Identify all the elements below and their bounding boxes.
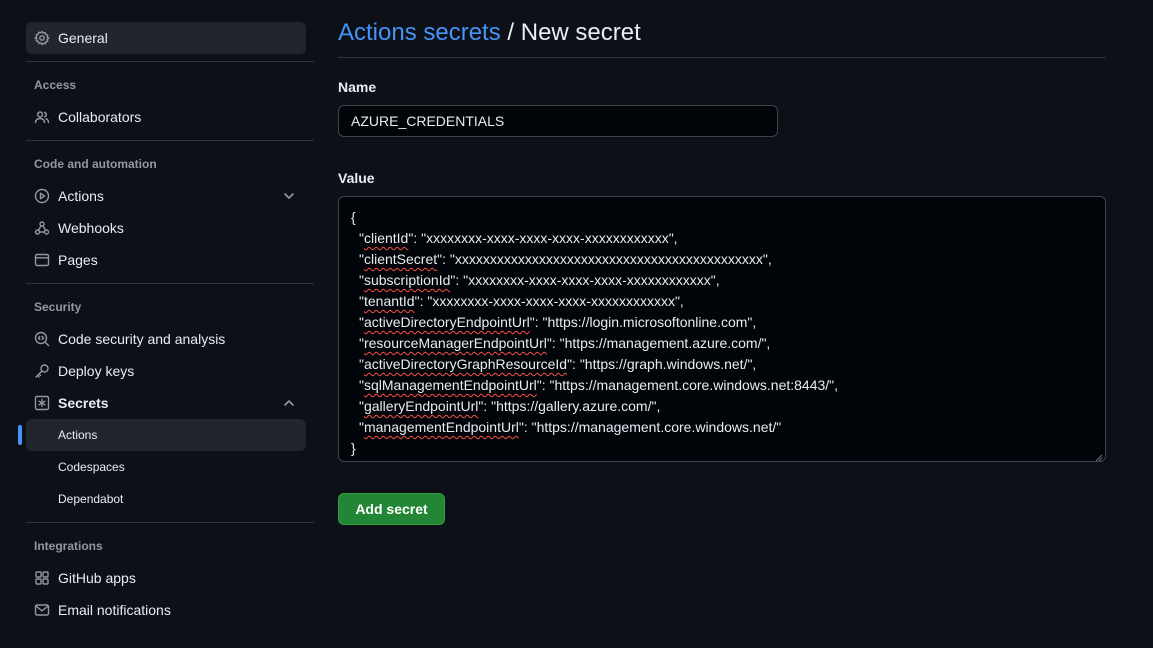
value-line-key: clientSecret — [363, 251, 438, 267]
value-line: "managementEndpointUrl": "https://manage… — [351, 417, 1093, 438]
sidebar-item-label: General — [58, 30, 108, 46]
chevron-up-icon[interactable] — [282, 396, 296, 410]
sidebar-item-deploy-keys[interactable]: Deploy keys — [26, 355, 306, 387]
sidebar-subitem-label: Actions — [58, 428, 98, 442]
divider — [26, 283, 314, 284]
sidebar-item-label: Code security and analysis — [58, 331, 226, 347]
value-line-rest: ": "https://gallery.azure.com/", — [478, 398, 661, 414]
gear-icon — [34, 30, 50, 46]
value-line: "sqlManagementEndpointUrl": "https://man… — [351, 375, 1093, 396]
breadcrumb-actions-secrets-link[interactable]: Actions secrets — [338, 19, 501, 46]
name-label: Name — [338, 79, 377, 95]
new-secret-form: Actions secrets / New secret Name Value … — [338, 14, 1106, 525]
sidebar-item-label: Webhooks — [58, 220, 124, 236]
settings-sidebar: General Access Collaborators Code and au… — [18, 22, 314, 626]
webhook-icon — [34, 220, 50, 236]
value-line: "galleryEndpointUrl": "https://gallery.a… — [351, 396, 1093, 417]
sidebar-item-webhooks[interactable]: Webhooks — [26, 212, 306, 244]
codescan-icon — [34, 331, 50, 347]
value-line-key: clientId — [363, 230, 409, 246]
value-label: Value — [338, 170, 375, 186]
value-line: { — [351, 207, 1093, 228]
sidebar-subitem-actions[interactable]: Actions — [18, 419, 306, 451]
value-line-key: tenantId — [363, 293, 415, 309]
secret-name-input[interactable] — [338, 105, 778, 137]
breadcrumb-separator: / — [507, 19, 515, 46]
apps-grid-icon — [34, 570, 50, 586]
play-circle-icon — [34, 188, 50, 204]
value-line: "activeDirectoryEndpointUrl": "https://l… — [351, 312, 1093, 333]
value-line-rest: ": "xxxxxxxxxxxxxxxxxxxxxxxxxxxxxxxxxxxx… — [437, 251, 772, 267]
value-line-key: galleryEndpointUrl — [363, 398, 479, 414]
value-line: "tenantId": "xxxxxxxx-xxxx-xxxx-xxxx-xxx… — [351, 291, 1093, 312]
divider — [26, 61, 314, 62]
divider — [26, 522, 314, 523]
value-line-rest: } — [351, 440, 356, 456]
value-line-rest: ": "https://graph.windows.net/", — [567, 356, 757, 372]
sidebar-item-collaborators[interactable]: Collaborators — [26, 101, 306, 133]
sidebar-subitem-label: Dependabot — [58, 492, 124, 506]
key-icon — [34, 363, 50, 379]
browser-icon — [34, 252, 50, 268]
sidebar-item-actions[interactable]: Actions — [26, 180, 306, 212]
sidebar-item-code-security[interactable]: Code security and analysis — [26, 323, 306, 355]
sidebar-item-secrets[interactable]: Secrets — [26, 387, 306, 419]
section-heading-access: Access — [34, 78, 77, 92]
sidebar-item-general[interactable]: General — [26, 22, 306, 54]
value-line: "clientSecret": "xxxxxxxxxxxxxxxxxxxxxxx… — [351, 249, 1093, 270]
sidebar-item-label: Pages — [58, 252, 98, 268]
sidebar-item-label: Secrets — [58, 395, 109, 411]
value-line-rest: ": "xxxxxxxx-xxxx-xxxx-xxxx-xxxxxxxxxxxx… — [414, 293, 684, 309]
sidebar-item-github-apps[interactable]: GitHub apps — [26, 562, 306, 594]
value-line-rest: ": "xxxxxxxx-xxxx-xxxx-xxxx-xxxxxxxxxxxx… — [450, 272, 720, 288]
value-line-key: subscriptionId — [363, 272, 451, 288]
value-line-rest: ": "https://management.core.windows.net/… — [518, 419, 782, 435]
value-line: "clientId": "xxxxxxxx-xxxx-xxxx-xxxx-xxx… — [351, 228, 1093, 249]
value-line: "resourceManagerEndpointUrl": "https://m… — [351, 333, 1093, 354]
sidebar-item-label: Actions — [58, 188, 104, 204]
value-line: "subscriptionId": "xxxxxxxx-xxxx-xxxx-xx… — [351, 270, 1093, 291]
sidebar-item-email-notifications[interactable]: Email notifications — [26, 594, 306, 626]
secret-value-textarea[interactable]: { "clientId": "xxxxxxxx-xxxx-xxxx-xxxx-xx… — [338, 196, 1106, 462]
section-heading-integrations: Integrations — [34, 539, 103, 553]
sidebar-subitem-dependabot[interactable]: Dependabot — [26, 483, 306, 515]
value-line-rest: ": "https://management.core.windows.net:… — [536, 377, 839, 393]
resize-handle-icon[interactable] — [1093, 449, 1103, 462]
page-title: Actions secrets / New secret — [338, 14, 1106, 58]
value-line-key: sqlManagementEndpointUrl — [363, 377, 537, 393]
value-line: } — [351, 438, 1093, 459]
divider — [26, 140, 314, 141]
value-line-rest: { — [351, 209, 356, 225]
value-line-rest: ": "https://login.microsoftonline.com", — [529, 314, 757, 330]
value-line-rest: ": "https://management.azure.com/", — [546, 335, 771, 351]
sidebar-subitem-label: Codespaces — [58, 460, 125, 474]
add-secret-button[interactable]: Add secret — [338, 493, 445, 525]
sidebar-item-label: Deploy keys — [58, 363, 135, 379]
value-line-rest: ": "xxxxxxxx-xxxx-xxxx-xxxx-xxxxxxxxxxxx… — [408, 230, 678, 246]
value-line-key: resourceManagerEndpointUrl — [363, 335, 547, 351]
people-icon — [34, 109, 50, 125]
value-line-key: activeDirectoryGraphResourceId — [363, 356, 568, 372]
key-asterisk-icon — [34, 395, 50, 411]
sidebar-subitem-codespaces[interactable]: Codespaces — [26, 451, 306, 483]
value-line-key: managementEndpointUrl — [363, 419, 519, 435]
sidebar-item-pages[interactable]: Pages — [26, 244, 306, 276]
section-heading-security: Security — [34, 300, 82, 314]
sidebar-item-label: Email notifications — [58, 602, 171, 618]
section-heading-code-automation: Code and automation — [34, 157, 157, 171]
chevron-down-icon[interactable] — [282, 189, 296, 203]
sidebar-item-label: Collaborators — [58, 109, 142, 125]
breadcrumb-current: New secret — [520, 19, 641, 46]
mail-icon — [34, 602, 50, 618]
value-line-key: activeDirectoryEndpointUrl — [363, 314, 530, 330]
value-line: "activeDirectoryGraphResourceId": "https… — [351, 354, 1093, 375]
sidebar-item-label: GitHub apps — [58, 570, 136, 586]
